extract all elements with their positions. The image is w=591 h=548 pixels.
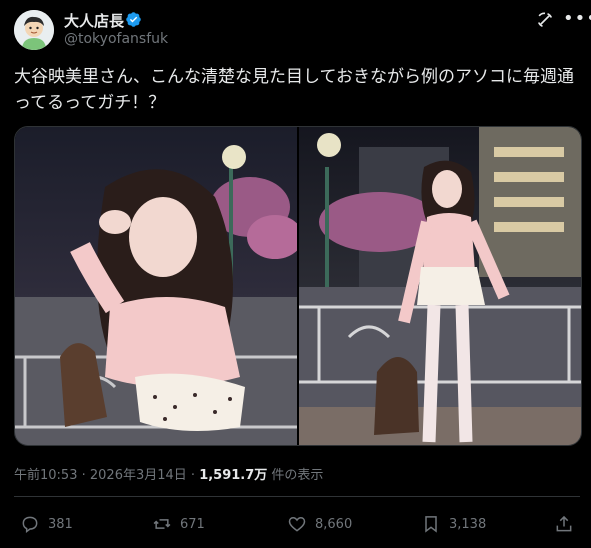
photo-left-image: [15, 127, 303, 445]
divider: [14, 496, 580, 497]
bookmark-count: 3,138: [449, 516, 487, 532]
photo-right[interactable]: [299, 127, 581, 445]
photo-right-image: [299, 127, 581, 445]
reply-icon: [22, 516, 38, 533]
bookmark-button[interactable]: 3,138: [421, 512, 486, 536]
retweet-count: 671: [180, 516, 205, 532]
view-label: 件の表示: [267, 468, 324, 483]
reply-count: 381: [48, 516, 73, 532]
grok-icon[interactable]: [535, 10, 555, 30]
author-name[interactable]: 大人店長: [64, 10, 124, 31]
media-grid: [14, 126, 582, 446]
bookmark-icon: [425, 516, 437, 533]
share-button[interactable]: [554, 512, 582, 536]
retweet-icon: [153, 519, 171, 529]
share-icon: [556, 515, 572, 532]
tweet-date[interactable]: 2026年3月14日: [90, 468, 187, 483]
meta-separator: ·: [77, 468, 90, 483]
verified-badge-icon: [126, 12, 141, 27]
reply-button[interactable]: 381: [20, 512, 73, 536]
avatar-illustration: [14, 10, 54, 50]
like-button[interactable]: 8,660: [287, 512, 352, 536]
tweet-time[interactable]: 午前10:53: [14, 468, 77, 483]
tweet-meta: 午前10:53 · 2026年3月14日 · 1,591.7万 件の表示: [14, 464, 323, 483]
retweet-button[interactable]: 671: [152, 512, 205, 536]
avatar[interactable]: [14, 10, 54, 50]
meta-separator: ·: [186, 468, 200, 483]
view-count: 1,591.7万: [199, 468, 268, 483]
heart-icon: [288, 516, 306, 532]
photo-left[interactable]: [15, 127, 303, 445]
like-count: 8,660: [315, 516, 353, 532]
more-options-icon[interactable]: •••: [563, 8, 591, 29]
author-handle[interactable]: @tokyofansfuk: [64, 31, 168, 47]
tweet-text: 大谷映美里さん、こんな清楚な見た目しておきながら例のアソコに毎週通ってるってガチ…: [14, 67, 574, 113]
